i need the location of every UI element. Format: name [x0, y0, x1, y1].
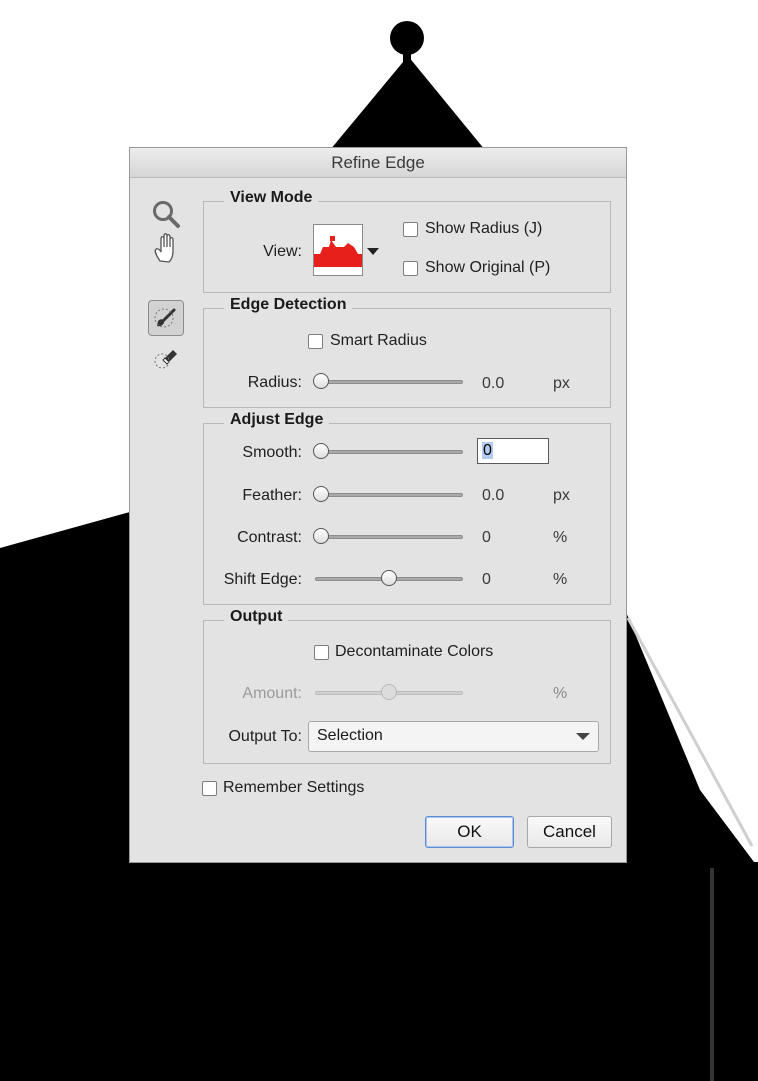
edge-detection-title: Edge Detection	[224, 296, 353, 314]
edge-detection-group: Edge Detection	[203, 296, 611, 408]
ok-button[interactable]: OK	[425, 816, 514, 848]
remember-settings-checkbox[interactable]	[202, 781, 217, 796]
feather-slider-knob[interactable]	[313, 486, 329, 502]
output-to-label: Output To:	[228, 728, 302, 745]
adjust-edge-title: Adjust Edge	[224, 411, 330, 429]
feather-value: 0.0	[482, 487, 505, 504]
dialog-title: Refine Edge	[130, 148, 626, 178]
contrast-slider-knob[interactable]	[313, 528, 329, 544]
amount-label: Amount:	[242, 685, 302, 702]
shift-edge-slider-knob[interactable]	[381, 570, 397, 586]
erase-refinements-icon[interactable]	[148, 340, 184, 376]
feather-slider[interactable]	[315, 493, 463, 497]
shift-edge-unit: %	[553, 571, 568, 588]
smart-radius-label: Smart Radius	[330, 332, 427, 349]
contrast-label: Contrast:	[237, 529, 302, 546]
contrast-unit: %	[553, 529, 568, 546]
smooth-input[interactable]: 0	[477, 438, 549, 464]
view-mode-thumbnail[interactable]	[313, 224, 363, 276]
decontaminate-colors-label: Decontaminate Colors	[335, 643, 494, 660]
decontaminate-colors-checkbox[interactable]	[314, 645, 329, 660]
smooth-label: Smooth:	[242, 444, 302, 461]
smooth-slider[interactable]	[315, 450, 463, 454]
contrast-slider[interactable]	[315, 535, 463, 539]
output-to-value: Selection	[317, 727, 383, 744]
shift-edge-label: Shift Edge:	[223, 571, 302, 588]
radius-unit: px	[553, 375, 570, 392]
radius-value: 0.0	[482, 375, 505, 392]
zoom-icon[interactable]	[148, 196, 184, 232]
amount-slider-knob	[381, 684, 397, 700]
show-original-checkbox[interactable]	[403, 261, 418, 276]
smart-radius-checkbox[interactable]	[308, 334, 323, 349]
on-layers-preview-icon	[314, 236, 362, 267]
refine-radius-brush-icon[interactable]	[148, 300, 184, 336]
refine-edge-dialog: Refine Edge View Mode View: Show Radius …	[130, 148, 626, 862]
smooth-input-value: 0	[482, 442, 493, 459]
hand-icon[interactable]	[148, 230, 184, 266]
view-mode-dropdown-caret[interactable]	[367, 248, 379, 255]
show-radius-checkbox[interactable]	[403, 222, 418, 237]
amount-unit: %	[553, 685, 568, 702]
view-mode-title: View Mode	[224, 189, 319, 207]
steeple-spire	[330, 56, 485, 150]
lower-roof	[0, 862, 758, 1081]
show-radius-label: Show Radius (J)	[425, 220, 543, 237]
shift-edge-value: 0	[482, 571, 491, 588]
steeple-finial	[390, 21, 424, 55]
feather-label: Feather:	[242, 487, 302, 504]
feather-unit: px	[553, 487, 570, 504]
contrast-value: 0	[482, 529, 491, 546]
show-original-label: Show Original (P)	[425, 259, 551, 276]
output-title: Output	[224, 608, 289, 626]
output-to-select[interactable]: Selection	[308, 721, 599, 752]
smooth-slider-knob[interactable]	[313, 443, 329, 459]
radius-label: Radius:	[247, 374, 302, 391]
cancel-button[interactable]: Cancel	[527, 816, 612, 848]
view-label: View:	[263, 243, 302, 260]
radius-slider-knob[interactable]	[313, 373, 329, 389]
radius-slider[interactable]	[315, 380, 463, 384]
chevron-down-icon	[576, 733, 590, 740]
remember-settings-label: Remember Settings	[223, 779, 365, 796]
